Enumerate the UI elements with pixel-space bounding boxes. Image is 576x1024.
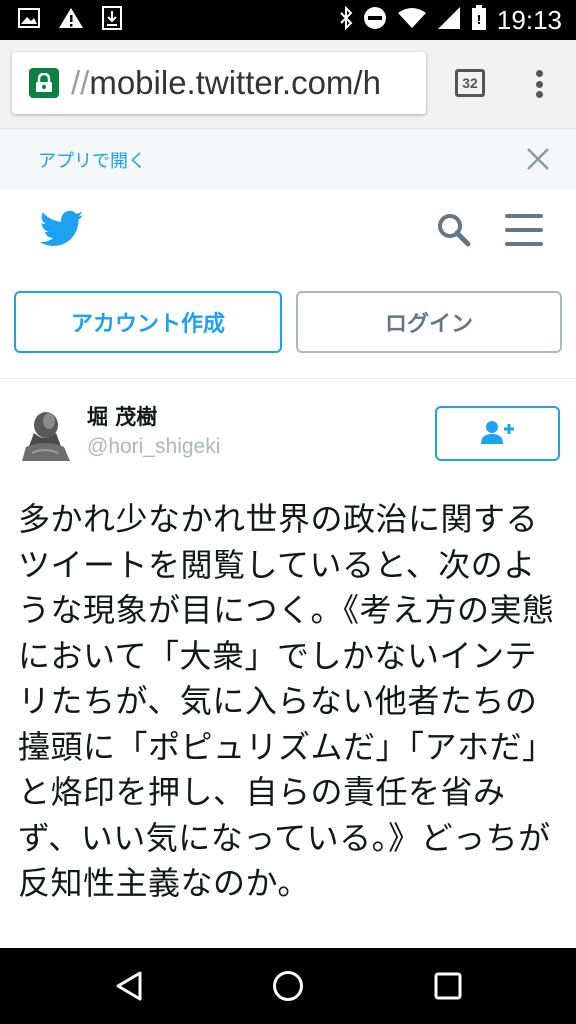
signal-icon (437, 6, 461, 34)
tab-switcher-button[interactable]: 32 (455, 69, 485, 97)
open-in-app-link[interactable]: アプリで開く (38, 147, 146, 173)
login-button[interactable]: ログイン (296, 291, 562, 353)
tweet-card: 堀 茂樹 @hori_shigeki 多かれ少なかれ世界の政治に関するツイートを… (0, 378, 576, 948)
download-icon (102, 6, 122, 34)
back-icon[interactable] (114, 970, 144, 1006)
browser-toolbar: //mobile.twitter.com/h 32 (0, 40, 576, 128)
url-field[interactable]: //mobile.twitter.com/h (12, 52, 426, 114)
status-bar: ! 19:13 (0, 0, 576, 40)
lock-icon (29, 68, 59, 98)
avatar[interactable] (18, 403, 72, 461)
do-not-disturb-icon (363, 6, 387, 34)
author-name[interactable]: 堀 茂樹 (87, 401, 157, 431)
author-handle[interactable]: @hori_shigeki (87, 435, 220, 459)
app-banner: アプリで開く (0, 128, 576, 190)
warning-icon (58, 7, 84, 33)
bluetooth-icon (339, 5, 353, 34)
home-icon[interactable] (272, 970, 304, 1006)
follow-button[interactable] (435, 406, 560, 461)
status-time: 19:13 (496, 4, 562, 35)
signup-button[interactable]: アカウント作成 (14, 291, 282, 353)
add-user-icon (480, 419, 516, 449)
battery-icon: ! (471, 5, 487, 35)
close-icon[interactable] (524, 145, 552, 173)
navigation-bar (0, 948, 576, 1024)
overflow-menu-icon[interactable] (527, 66, 551, 102)
image-icon (18, 8, 40, 32)
twitter-bird-icon[interactable] (39, 210, 84, 252)
tweet-text: 多かれ少なかれ世界の政治に関するツイートを閲覧していると、次のような現象が目につ… (18, 500, 555, 902)
search-icon[interactable] (436, 212, 472, 252)
wifi-icon (397, 7, 427, 33)
url-scheme: // (71, 64, 90, 101)
recent-apps-icon[interactable] (434, 972, 462, 1004)
twitter-header (0, 190, 576, 272)
url-text: //mobile.twitter.com/h (71, 64, 381, 102)
url-host: mobile.twitter.com/h (89, 64, 381, 101)
hamburger-menu-icon[interactable] (505, 214, 543, 246)
svg-text:!: ! (476, 13, 481, 27)
